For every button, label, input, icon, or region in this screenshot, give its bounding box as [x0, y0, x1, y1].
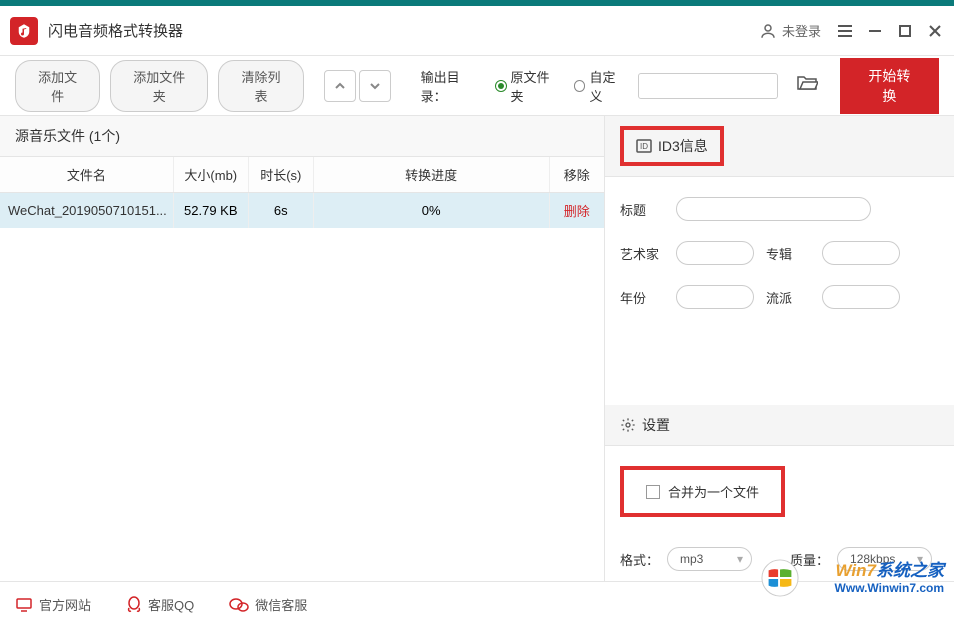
- col-filename: 文件名: [0, 157, 173, 193]
- wechat-icon: [229, 597, 249, 613]
- browse-folder-icon[interactable]: [796, 74, 818, 97]
- wechat-support-link[interactable]: 微信客服: [229, 595, 307, 614]
- title-label: 标题: [620, 200, 664, 219]
- user-icon: [759, 22, 777, 40]
- watermark: Win7系统之家 Www.Winwin7.com: [835, 556, 944, 595]
- penguin-icon: [126, 596, 142, 614]
- cell-progress: 0%: [313, 193, 549, 229]
- file-table: 文件名 大小(mb) 时长(s) 转换进度 移除 WeChat_20190507…: [0, 156, 604, 228]
- col-remove: 移除: [549, 157, 604, 193]
- id3-section-header: ID ID3信息: [605, 116, 954, 177]
- close-icon[interactable]: [926, 22, 944, 40]
- login-button[interactable]: 未登录: [759, 21, 821, 40]
- footer: 官方网站 客服QQ 微信客服: [0, 581, 954, 627]
- title-input[interactable]: [676, 197, 871, 221]
- qq-support-link[interactable]: 客服QQ: [126, 595, 194, 614]
- col-duration: 时长(s): [248, 157, 313, 193]
- output-dir-label: 输出目录：: [421, 67, 485, 105]
- merge-option[interactable]: 合并为一个文件: [620, 466, 785, 517]
- artist-input[interactable]: [676, 241, 754, 265]
- id-icon: ID: [636, 139, 652, 153]
- windows-logo-icon: [761, 559, 799, 597]
- settings-header-label: 设置: [642, 415, 670, 435]
- output-path-input[interactable]: [638, 73, 778, 99]
- settings-section-header: 设置: [605, 405, 954, 446]
- toolbar: 添加文件 添加文件夹 清除列表 输出目录： 原文件夹 自定义 开始转换: [0, 56, 954, 116]
- add-file-button[interactable]: 添加文件: [15, 60, 100, 112]
- col-progress: 转换进度: [313, 157, 549, 193]
- format-label: 格式：: [620, 550, 659, 569]
- app-logo-icon: [10, 17, 38, 45]
- cell-size: 52.79 KB: [173, 193, 248, 229]
- app-title: 闪电音频格式转换器: [48, 20, 759, 41]
- delete-link[interactable]: 删除: [564, 204, 590, 219]
- title-bar: 闪电音频格式转换器 未登录: [0, 6, 954, 56]
- output-custom-radio[interactable]: 自定义: [574, 67, 628, 105]
- year-label: 年份: [620, 288, 664, 307]
- format-select[interactable]: mp3: [667, 547, 752, 571]
- start-convert-button[interactable]: 开始转换: [840, 58, 939, 114]
- add-folder-button[interactable]: 添加文件夹: [110, 60, 208, 112]
- source-files-header: 源音乐文件 (1个): [0, 116, 604, 156]
- id3-header-label: ID3信息: [658, 136, 708, 156]
- genre-label: 流派: [766, 288, 810, 307]
- gear-icon: [620, 417, 636, 433]
- merge-checkbox[interactable]: [646, 485, 660, 499]
- official-site-link[interactable]: 官方网站: [15, 595, 91, 614]
- move-down-button[interactable]: [359, 70, 391, 102]
- genre-input[interactable]: [822, 285, 900, 309]
- table-row[interactable]: WeChat_2019050710151... 52.79 KB 6s 0% 删…: [0, 193, 604, 229]
- window-controls: [836, 22, 944, 40]
- album-input[interactable]: [822, 241, 900, 265]
- year-input[interactable]: [676, 285, 754, 309]
- artist-label: 艺术家: [620, 244, 664, 263]
- cell-duration: 6s: [248, 193, 313, 229]
- file-list-panel: 源音乐文件 (1个) 文件名 大小(mb) 时长(s) 转换进度 移除 WeCh…: [0, 116, 605, 581]
- svg-text:ID: ID: [640, 142, 648, 151]
- maximize-icon[interactable]: [896, 22, 914, 40]
- cell-filename: WeChat_2019050710151...: [0, 193, 173, 229]
- output-original-radio[interactable]: 原文件夹: [495, 67, 562, 105]
- menu-icon[interactable]: [836, 22, 854, 40]
- col-size: 大小(mb): [173, 157, 248, 193]
- move-up-button[interactable]: [324, 70, 356, 102]
- clear-list-button[interactable]: 清除列表: [218, 60, 303, 112]
- login-label: 未登录: [782, 21, 821, 40]
- minimize-icon[interactable]: [866, 22, 884, 40]
- merge-label: 合并为一个文件: [668, 482, 759, 501]
- album-label: 专辑: [766, 244, 810, 263]
- side-panel: ID ID3信息 标题 艺术家 专辑 年份 流派: [605, 116, 954, 581]
- monitor-icon: [15, 597, 33, 613]
